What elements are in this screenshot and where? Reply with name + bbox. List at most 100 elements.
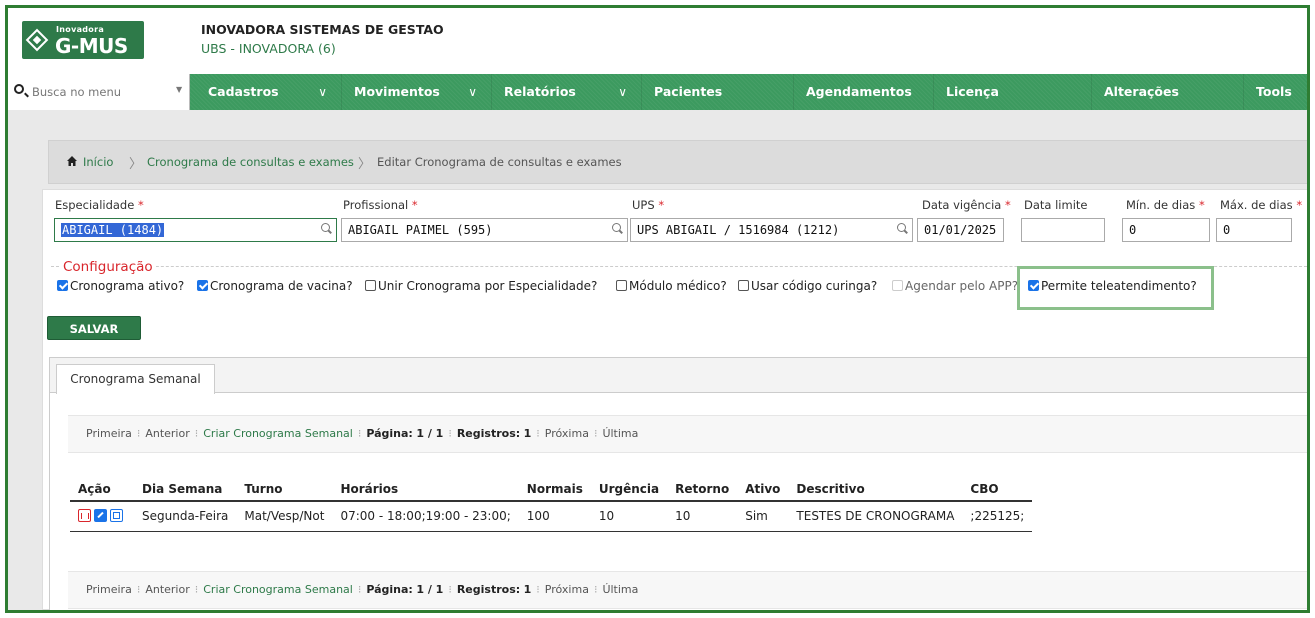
checkbox-checked-icon	[57, 280, 68, 291]
data-limite-input[interactable]	[1021, 218, 1105, 242]
data-vigencia-input[interactable]: 01/01/2025	[917, 218, 1004, 242]
usar-codigo-curinga-checkbox[interactable]: Usar código curinga?	[738, 279, 877, 293]
cell-cbo: ;225125;	[962, 501, 1033, 532]
search-icon[interactable]	[612, 223, 621, 232]
app-header: Inovadora G-MUS INOVADORA SISTEMAS DE GE…	[8, 8, 1307, 70]
especialidade-input[interactable]: ABIGAIL (1484)	[54, 218, 337, 242]
table-row: Segunda-Feira Mat/Vesp/Not 07:00 - 18:00…	[70, 501, 1033, 532]
home-icon[interactable]	[66, 155, 78, 167]
row-actions	[70, 501, 134, 532]
pager-next[interactable]: Próxima	[545, 583, 589, 596]
app-logo[interactable]: Inovadora G-MUS	[22, 21, 144, 59]
save-button[interactable]: SALVAR	[47, 316, 141, 340]
cell-normais: 100	[518, 501, 591, 532]
col-cbo: CBO	[962, 478, 1033, 502]
pager-first[interactable]: Primeira	[86, 583, 132, 596]
menu-alteracoes[interactable]: Alterações	[1092, 74, 1244, 110]
search-icon	[14, 84, 24, 94]
logo-diamond-icon	[25, 28, 49, 52]
search-icon[interactable]	[321, 223, 330, 232]
data-limite-label: Data limite	[1024, 198, 1088, 212]
search-icon[interactable]	[897, 223, 906, 232]
create-cronograma-link[interactable]: Criar Cronograma Semanal	[203, 427, 353, 440]
min-dias-input[interactable]: 0	[1122, 218, 1210, 242]
ups-label: UPS *	[632, 198, 665, 212]
col-dia-semana: Dia Semana	[134, 478, 237, 502]
records-label: Registros:	[456, 427, 521, 440]
pager-last[interactable]: Última	[602, 583, 638, 596]
cronograma-ativo-checkbox[interactable]: Cronograma ativo?	[57, 279, 184, 293]
page-label: Página:	[366, 583, 413, 596]
menu-relatorios[interactable]: Relatórios ∨	[492, 74, 642, 110]
modulo-medico-checkbox[interactable]: Módulo médico?	[616, 279, 727, 293]
menu-search-input[interactable]: Busca no menu ▼	[8, 74, 190, 110]
min-dias-label: Mín. de dias *	[1126, 198, 1205, 212]
page-label: Página:	[366, 427, 413, 440]
copy-icon[interactable]	[110, 509, 123, 523]
cronograma-table: Ação Dia Semana Turno Horários Normais U…	[70, 478, 1033, 532]
highlight-box	[1017, 266, 1214, 310]
menu-cadastros[interactable]: Cadastros ∨	[196, 74, 342, 110]
pager-next[interactable]: Próxima	[545, 427, 589, 440]
menu-cadastros-label: Cadastros	[208, 84, 279, 99]
records-label: Registros:	[456, 583, 521, 596]
col-horarios: Horários	[332, 478, 519, 502]
cell-dia-semana: Segunda-Feira	[134, 501, 237, 532]
cell-ativo: Sim	[737, 501, 789, 532]
menu-agendamentos-label: Agendamentos	[806, 84, 912, 99]
logo-small-text: Inovadora	[56, 25, 105, 34]
pager-top: Primeira ⁝ Anterior ⁝ Criar Cronograma Seman…	[68, 415, 1307, 453]
agendar-app-checkbox[interactable]: Agendar pelo APP?	[892, 279, 1018, 293]
breadcrumb-separator: 〉	[129, 157, 143, 172]
data-vigencia-label: Data vigência *	[922, 198, 1011, 212]
menu-movimentos[interactable]: Movimentos ∨	[342, 74, 492, 110]
chevron-down-icon: ∨	[618, 85, 627, 99]
unir-cronograma-checkbox[interactable]: Unir Cronograma por Especialidade?	[365, 279, 597, 293]
max-dias-label: Máx. de dias *	[1220, 198, 1303, 212]
col-retorno: Retorno	[667, 478, 738, 502]
menu-tools[interactable]: Tools	[1244, 74, 1307, 110]
cell-horarios: 07:00 - 18:00;19:00 - 23:00;	[332, 501, 519, 532]
create-cronograma-link[interactable]: Criar Cronograma Semanal	[203, 583, 353, 596]
pager-prev[interactable]: Anterior	[145, 583, 189, 596]
tab-strip: Cronograma Semanal	[50, 358, 1307, 394]
unit-name[interactable]: UBS - INOVADORA (6)	[201, 41, 336, 56]
cell-retorno: 10	[667, 501, 738, 532]
menu-search-placeholder: Busca no menu	[32, 85, 122, 99]
edit-form-panel: Especialidade * ABIGAIL (1484) Profissio…	[42, 189, 1307, 610]
pager-prev[interactable]: Anterior	[145, 427, 189, 440]
breadcrumb-cronograma[interactable]: Cronograma de consultas e exames	[147, 155, 354, 169]
pager-first[interactable]: Primeira	[86, 427, 132, 440]
profissional-label: Profissional *	[343, 198, 418, 212]
col-descritivo: Descritivo	[788, 478, 963, 502]
checkbox-empty-icon	[616, 280, 627, 291]
breadcrumb-current: Editar Cronograma de consultas e exames	[377, 155, 622, 169]
col-urgencia: Urgência	[590, 478, 668, 502]
chevron-down-icon: ∨	[318, 85, 327, 99]
profissional-input[interactable]: ABIGAIL PAIMEL (595)	[341, 218, 628, 242]
menu-pacientes[interactable]: Pacientes	[642, 74, 794, 110]
tab-cronograma-semanal[interactable]: Cronograma Semanal	[56, 364, 215, 394]
edit-icon[interactable]	[94, 509, 107, 523]
checkbox-empty-icon	[738, 280, 749, 291]
cronograma-vacina-checkbox[interactable]: Cronograma de vacina?	[197, 279, 353, 293]
checkbox-disabled-icon	[892, 280, 903, 291]
menu-agendamentos[interactable]: Agendamentos	[794, 74, 934, 110]
cell-urgencia: 10	[590, 501, 668, 532]
max-dias-input[interactable]: 0	[1216, 218, 1292, 242]
breadcrumb-separator: 〉	[358, 157, 372, 172]
col-acao: Ação	[70, 478, 134, 502]
page-value: 1 / 1	[416, 427, 444, 440]
ups-input[interactable]: UPS ABIGAIL / 1516984 (1212)	[630, 218, 913, 242]
chevron-down-icon: ∨	[468, 85, 477, 99]
menu-licenca-label: Licença	[946, 84, 999, 99]
breadcrumb-home[interactable]: Início	[83, 155, 113, 169]
checkbox-checked-icon	[197, 280, 208, 291]
col-turno: Turno	[236, 478, 333, 502]
menu-alteracoes-label: Alterações	[1104, 84, 1179, 99]
app-frame: Inovadora G-MUS INOVADORA SISTEMAS DE GE…	[5, 5, 1310, 613]
pager-last[interactable]: Última	[602, 427, 638, 440]
menu-licenca[interactable]: Licença	[934, 74, 1092, 110]
trash-icon[interactable]	[78, 509, 91, 523]
menu-relatorios-label: Relatórios	[504, 84, 576, 99]
